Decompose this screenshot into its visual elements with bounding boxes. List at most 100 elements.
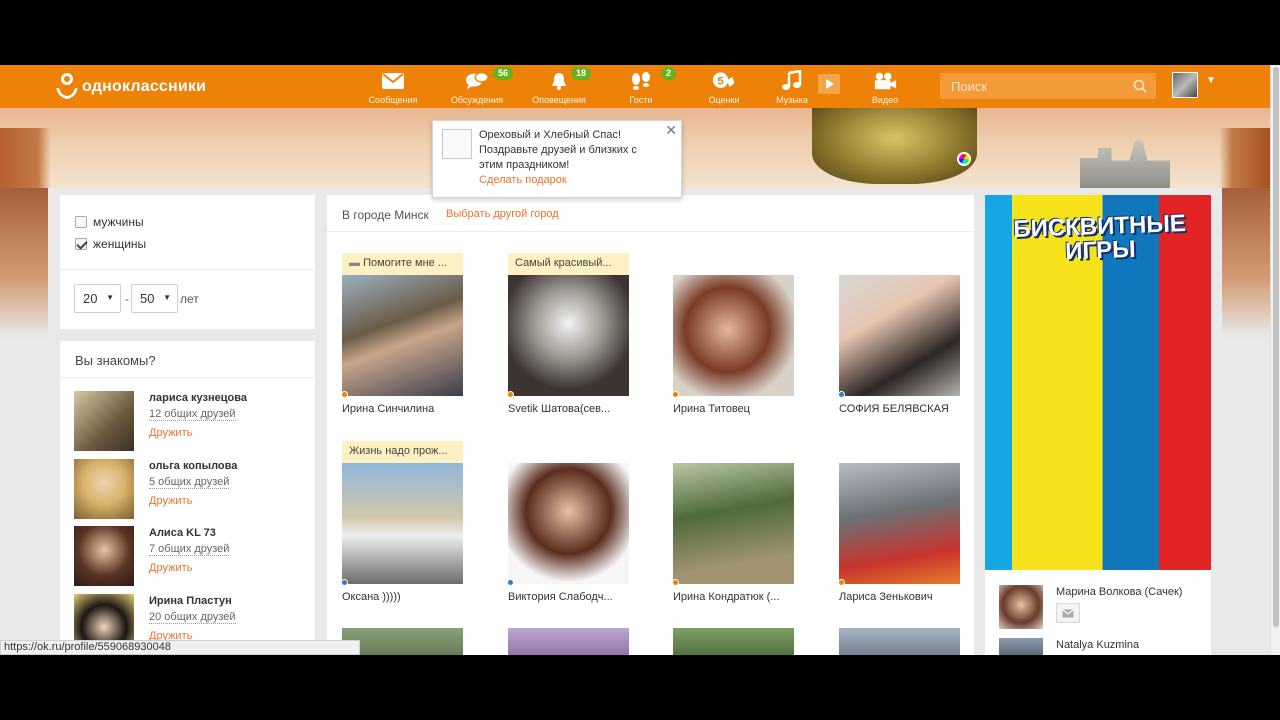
status-text: Жизнь надо прож... <box>349 445 448 457</box>
video-camera-icon <box>873 71 897 91</box>
chevron-down-icon: ▼ <box>106 293 114 302</box>
person-photo[interactable] <box>342 463 463 584</box>
age-from-select[interactable]: 20 ▼ <box>74 284 121 313</box>
close-icon[interactable]: ✕ <box>665 122 677 139</box>
status-tag[interactable]: ▬ Помогите мне ... <box>342 253 463 275</box>
avatar[interactable] <box>74 526 134 586</box>
section-title: Вы знакомы? <box>75 353 156 368</box>
logo-text: одноклассники <box>82 78 207 95</box>
nav-discussions[interactable]: 56 Обсуждения <box>437 65 517 108</box>
person-name[interactable]: Ирина Пластун <box>149 595 232 607</box>
person-name[interactable]: Виктория Слабодч... <box>508 591 643 603</box>
banner-portrait <box>812 108 977 184</box>
ok-logo-icon <box>55 73 79 101</box>
friend-name[interactable]: Марина Волкова (Сачек) <box>1056 586 1182 598</box>
popup-text: Ореховый и Хлебный Спас! Поздравьте друз… <box>479 129 637 171</box>
suggested-person: Алиса KL 73 7 общих друзей Дружить <box>74 526 304 588</box>
age-to-select[interactable]: 50 ▼ <box>131 284 178 313</box>
online-indicator <box>341 579 348 586</box>
nav-video[interactable]: Видео <box>845 65 925 108</box>
person-photo[interactable] <box>839 628 960 655</box>
avatar[interactable] <box>74 459 134 519</box>
page-scrollbar[interactable] <box>1270 65 1280 655</box>
add-friend-link[interactable]: Дружить <box>149 427 192 439</box>
select-value: 20 <box>83 291 98 306</box>
nav-label: Сообщения <box>368 95 418 105</box>
avatar[interactable] <box>74 391 134 451</box>
person-photo[interactable] <box>508 628 629 655</box>
search-icon[interactable] <box>1133 79 1147 93</box>
person-photo[interactable] <box>839 275 960 396</box>
add-friend-link[interactable]: Дружить <box>149 495 192 507</box>
people-search-results: В городе Минск Выбрать другой город ▬ По… <box>327 195 974 655</box>
person-card: СОФИЯ БЕЛЯВСКАЯ <box>838 253 960 415</box>
checkbox[interactable] <box>75 238 87 250</box>
person-photo[interactable] <box>342 628 463 655</box>
online-indicator <box>341 391 348 398</box>
mutual-friends[interactable]: 7 общих друзей <box>149 543 230 556</box>
avatar[interactable] <box>999 638 1043 655</box>
nav-guests[interactable]: 2 Гости <box>601 65 681 108</box>
add-friend-link[interactable]: Дружить <box>149 562 192 574</box>
person-card: Виктория Слабодч... <box>507 441 629 603</box>
person-name[interactable]: Svetik Шатова(сев... <box>508 403 643 415</box>
person-card: Самый красивый... Svetik Шатова(сев... <box>507 253 629 415</box>
make-gift-link[interactable]: Сделать подарок <box>479 174 567 186</box>
ok-logo[interactable]: одноклассники <box>55 73 207 101</box>
person-name[interactable]: Лариса Зенькович <box>839 591 974 603</box>
mutual-friends[interactable]: 20 общих друзей <box>149 611 236 624</box>
svg-text:5: 5 <box>717 75 723 87</box>
friend-name[interactable]: Natalya Kuzmina <box>1056 639 1139 651</box>
gift-image <box>442 129 472 159</box>
person-photo[interactable] <box>673 275 794 396</box>
person-photo[interactable] <box>673 463 794 584</box>
message-icon[interactable] <box>1056 603 1080 623</box>
chevron-down-icon: ▼ <box>163 293 171 302</box>
person-photo[interactable] <box>342 275 463 396</box>
age-dash: - <box>125 292 129 306</box>
suggested-person: лариса кузнецова 12 общих друзей Дружить <box>74 391 304 453</box>
age-unit: лет <box>180 292 199 306</box>
gamepad-icon: ▬ <box>349 257 360 269</box>
person-photo[interactable] <box>673 628 794 655</box>
person-card: Жизнь надо прож... Оксана ))))) <box>341 441 463 603</box>
play-music-icon[interactable] <box>818 74 840 94</box>
status-tag[interactable]: Жизнь надо прож... <box>342 441 463 463</box>
person-photo[interactable] <box>839 463 960 584</box>
mutual-friends[interactable]: 12 общих друзей <box>149 408 236 421</box>
person-card: Ирина Кондратюк (... <box>672 441 794 603</box>
nav-label: Музыка <box>776 95 808 105</box>
avatar[interactable] <box>999 585 1043 629</box>
person-name[interactable]: Ирина Кондратюк (... <box>673 591 808 603</box>
bell-icon <box>547 71 571 91</box>
checkbox[interactable] <box>75 216 87 228</box>
status-bar-url: https://ok.ru/profile/559068930048 <box>0 640 360 655</box>
person-name[interactable]: Ирина Синчилина <box>342 403 477 415</box>
person-photo[interactable] <box>508 463 629 584</box>
person-name[interactable]: Алиса KL 73 <box>149 527 216 539</box>
side-decoration-left <box>0 188 48 338</box>
search-input[interactable] <box>940 73 1156 99</box>
advertisement-banner[interactable]: БИСКВИТНЫЕ ИГРЫ <box>985 195 1211 570</box>
person-photo[interactable] <box>508 275 629 396</box>
status-tag[interactable]: Самый красивый... <box>508 253 629 275</box>
user-avatar[interactable] <box>1172 72 1198 98</box>
person-name[interactable]: Оксана ))))) <box>342 591 477 603</box>
person-name[interactable]: лариса кузнецова <box>149 392 247 404</box>
nav-messages[interactable]: Сообщения <box>353 65 433 108</box>
person-name[interactable]: Ирина Титовец <box>673 403 808 415</box>
top-navigation-bar: одноклассники Сообщения 56 Обсуждения 18… <box>0 65 1270 108</box>
online-indicator <box>507 579 514 586</box>
person-name[interactable]: СОФИЯ БЕЛЯВСКАЯ <box>839 403 974 415</box>
person-name[interactable]: ольга копылова <box>149 460 237 472</box>
change-city-link[interactable]: Выбрать другой город <box>446 208 559 220</box>
palette-icon[interactable] <box>957 152 971 166</box>
chevron-down-icon[interactable]: ▼ <box>1206 75 1216 86</box>
footprints-icon <box>629 71 653 91</box>
music-note-icon <box>780 70 804 91</box>
mutual-friends[interactable]: 5 общих друзей <box>149 476 230 489</box>
filter-women-checkbox[interactable]: женщины <box>75 237 146 251</box>
filter-men-checkbox[interactable]: мужчины <box>75 215 144 229</box>
nav-notifications[interactable]: 18 Оповещения <box>519 65 599 108</box>
notification-popup: Ореховый и Хлебный Спас! Поздравьте друз… <box>432 120 682 198</box>
